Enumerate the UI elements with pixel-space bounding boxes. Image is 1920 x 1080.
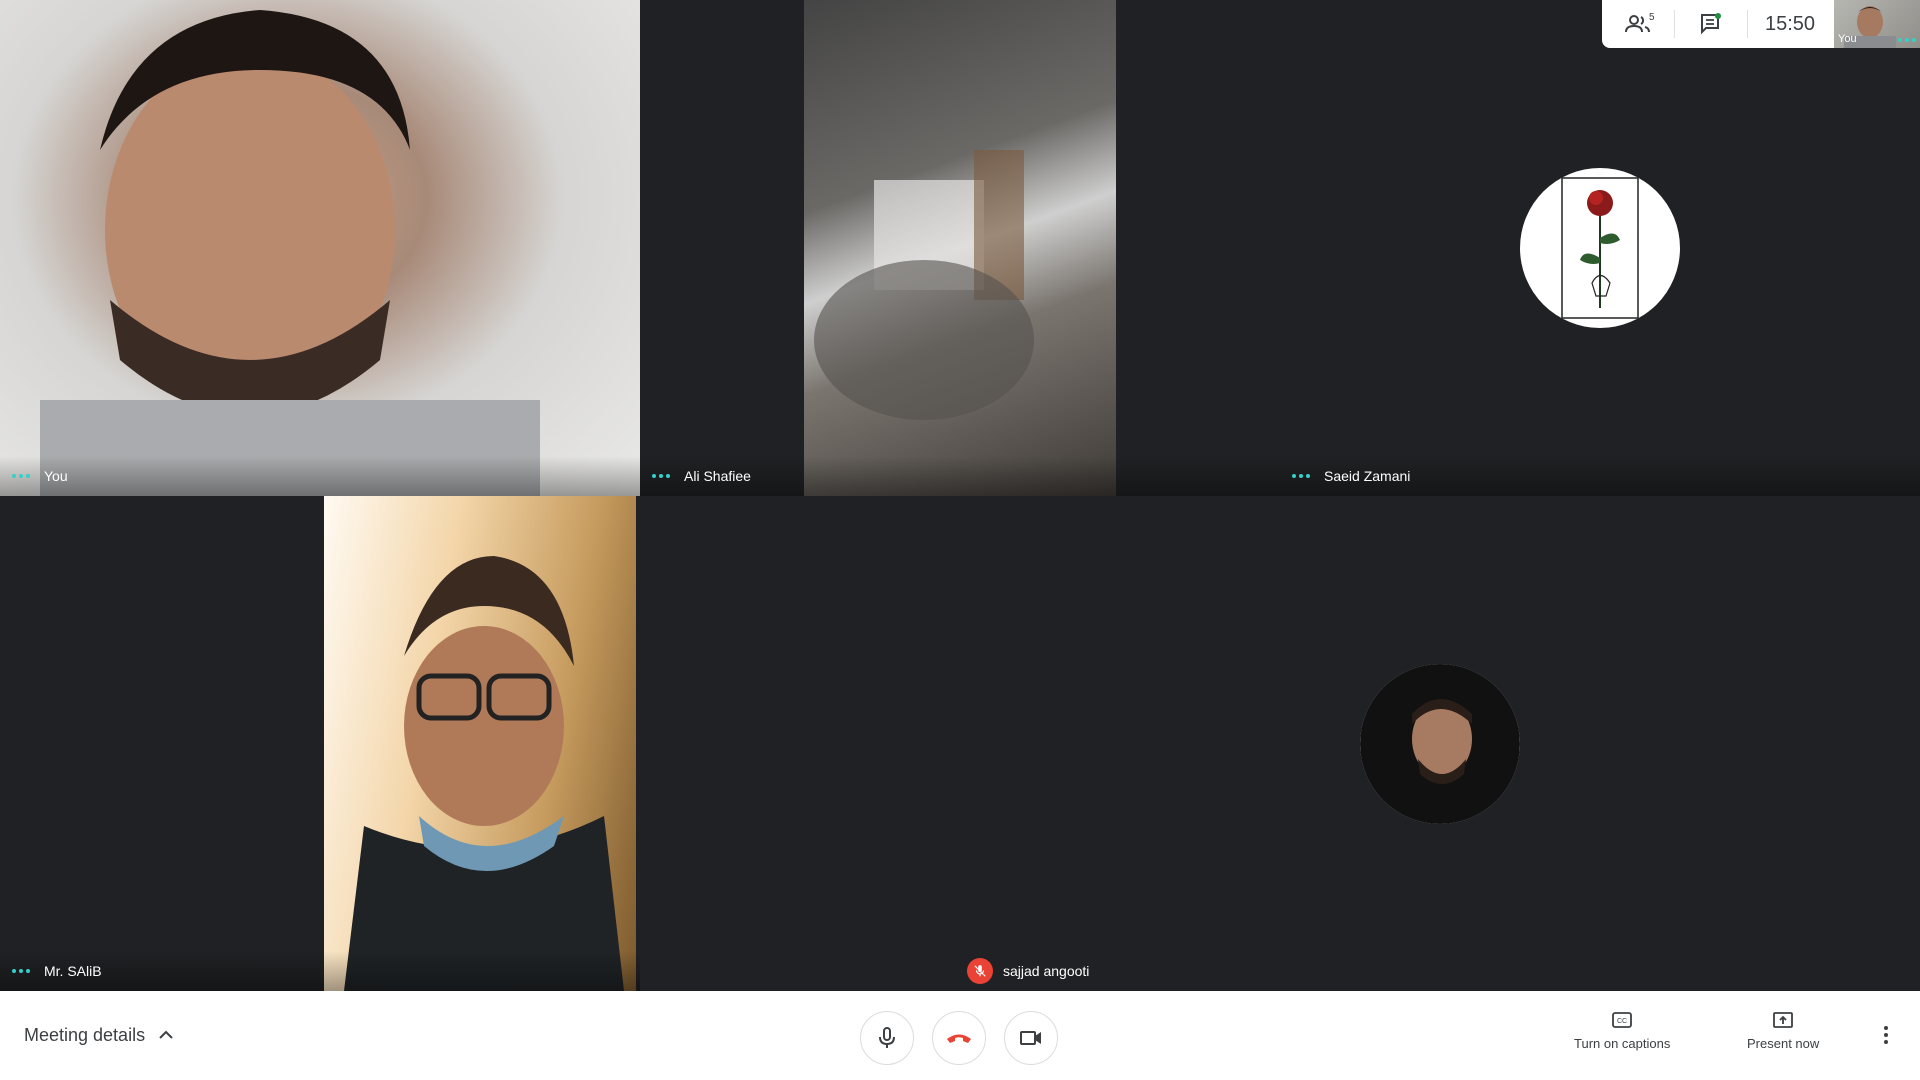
clock: 15:50: [1764, 12, 1816, 35]
participant-name-row: sajjad angooti: [640, 951, 1920, 991]
present-now-button[interactable]: Present now: [1747, 1012, 1819, 1051]
participant-name-row: Ali Shafiee: [640, 456, 1280, 496]
avatar: [1360, 664, 1520, 824]
participant-name: Ali Shafiee: [684, 468, 751, 484]
camera-icon: [1020, 1031, 1041, 1045]
chat-button[interactable]: [1675, 0, 1747, 48]
participants-count: 5: [1649, 12, 1655, 23]
meeting-details-label: Meeting details: [24, 1024, 146, 1045]
person-figure: [40, 10, 540, 496]
people-icon: [1625, 15, 1650, 33]
avatar: [1520, 168, 1680, 328]
hang-up-icon: [947, 1034, 971, 1043]
more-options-icon[interactable]: [652, 474, 670, 478]
bottom-control-bar: Meeting details CC Turn on captions Pres…: [0, 991, 1920, 1080]
more-vert-icon: [1884, 1026, 1888, 1044]
more-options-icon[interactable]: [12, 474, 30, 478]
video-feed-ali-shafiee: [804, 0, 1116, 496]
blurred-room: [814, 150, 1034, 420]
person-figure: [1360, 664, 1520, 824]
participant-name: Saeid Zamani: [1324, 468, 1411, 484]
rose-icon: [1561, 177, 1639, 319]
participant-tile-you[interactable]: You: [0, 0, 640, 496]
more-options-icon[interactable]: [1292, 474, 1310, 478]
video-feed-you: [0, 0, 640, 496]
captions-icon: CC: [1612, 1012, 1633, 1028]
camera-button[interactable]: [1004, 1011, 1058, 1065]
microphone-icon: [879, 1027, 895, 1048]
chat-icon: [1701, 13, 1721, 35]
captions-label: Turn on captions: [1574, 1036, 1671, 1051]
self-view-label: You: [1838, 33, 1857, 45]
video-feed-mr-salib: [324, 496, 636, 991]
participant-tile-mr-salib[interactable]: Mr. SAliB: [0, 496, 640, 991]
meeting-details-button[interactable]: Meeting details: [24, 1015, 173, 1055]
participant-name: You: [44, 468, 68, 484]
captions-button[interactable]: CC Turn on captions: [1574, 1012, 1670, 1051]
participant-tile-ali-shafiee[interactable]: Ali Shafiee: [640, 0, 1280, 496]
svg-text:CC: CC: [1617, 1018, 1627, 1025]
participant-name: sajjad angooti: [1003, 963, 1090, 979]
more-options-icon[interactable]: [1898, 38, 1916, 42]
participants-button[interactable]: 5: [1602, 0, 1674, 48]
present-label: Present now: [1747, 1036, 1820, 1051]
meeting-info-bar: 5 15:50 You: [1602, 0, 1920, 48]
microphone-button[interactable]: [860, 1011, 914, 1065]
chevron-up-icon: [159, 1030, 173, 1039]
hang-up-button[interactable]: [932, 1011, 986, 1065]
participant-name: Mr. SAliB: [44, 963, 102, 979]
participant-tile-saeid-zamani[interactable]: Saeid Zamani: [1280, 0, 1920, 496]
more-options-icon[interactable]: [12, 969, 30, 973]
present-icon: [1773, 1012, 1794, 1028]
participant-tile-sajjad-angooti[interactable]: sajjad angooti: [640, 496, 1920, 991]
mic-off-icon: [967, 958, 993, 984]
person-figure: [344, 556, 624, 991]
more-options-button[interactable]: [1874, 1023, 1898, 1047]
participant-name-row: You: [0, 456, 640, 496]
self-view-thumbnail[interactable]: You: [1834, 0, 1920, 48]
participant-name-row: Saeid Zamani: [1280, 456, 1920, 496]
participant-name-row: Mr. SAliB: [0, 951, 640, 991]
